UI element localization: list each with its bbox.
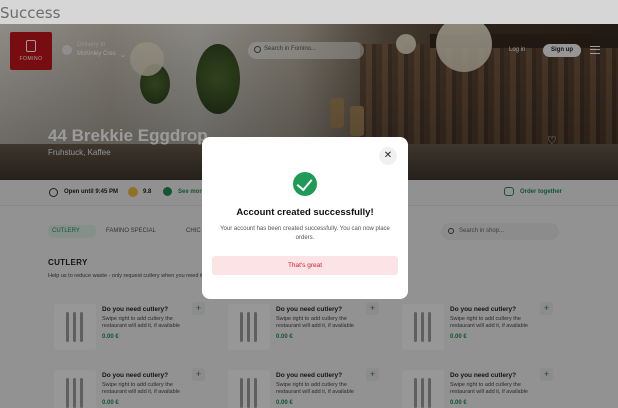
success-check-icon <box>293 172 317 196</box>
dialog-message: Your account has been created successful… <box>220 226 390 241</box>
confirm-button[interactable]: That's great <box>212 256 398 275</box>
close-icon[interactable]: ✕ <box>379 147 397 165</box>
title-bar <box>0 0 618 24</box>
page-title: Success <box>0 4 61 22</box>
dialog-title: Account created successfully! <box>236 207 374 218</box>
